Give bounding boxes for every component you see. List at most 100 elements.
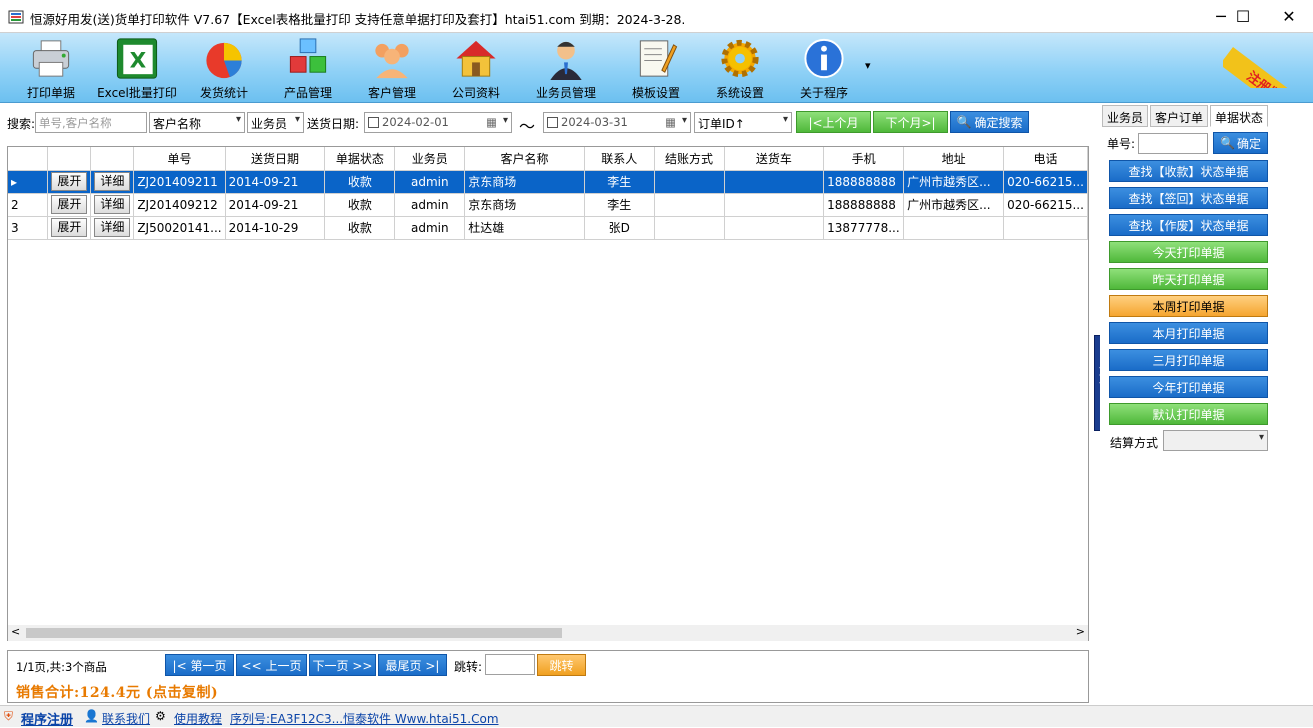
column-header[interactable]: 业务员 (394, 147, 466, 171)
date-cell[interactable]: 2014-09-21 (225, 170, 326, 194)
date-to-checkbox[interactable] (547, 117, 558, 128)
column-header[interactable]: 单号 (133, 147, 226, 171)
column-header[interactable]: 电话 (1003, 147, 1088, 171)
jump-button[interactable]: 跳转 (537, 654, 586, 676)
website-link[interactable]: 恒泰软件 Www.htai51.Com (343, 710, 499, 727)
scroll-left-icon[interactable]: < (11, 625, 20, 638)
toolbar-company-button[interactable]: 公司资料 (434, 35, 518, 101)
tab-customer-order[interactable]: 客户订单 (1150, 105, 1209, 127)
status-cell[interactable]: 收款 (324, 170, 396, 194)
customer-cell[interactable]: 京东商场 (464, 193, 585, 217)
toolbar-print-button[interactable]: 打印单据 (9, 35, 93, 101)
expand-button[interactable]: 展开 (51, 195, 88, 214)
date-cell[interactable]: 2014-09-21 (225, 193, 326, 217)
order-no-cell[interactable]: ZJ201409212 (133, 193, 226, 217)
column-header[interactable]: 单据状态 (324, 147, 396, 171)
car-cell[interactable] (724, 216, 825, 240)
serial-link[interactable]: 序列号:EA3F12C3... (230, 710, 343, 727)
column-header[interactable] (47, 147, 92, 171)
order-select[interactable]: 订单ID↑ ▾ (694, 112, 792, 133)
search-input[interactable]: 单号,客户名称 (35, 112, 147, 133)
toolbar-stats-button[interactable]: 发货统计 (182, 35, 266, 101)
prev-month-button[interactable]: |<上个月 (796, 111, 871, 133)
tab-salesman[interactable]: 业务员 (1102, 105, 1149, 127)
order-confirm-button[interactable]: 🔍 确定 (1213, 132, 1268, 154)
date-from-checkbox[interactable] (368, 117, 379, 128)
expand-button[interactable]: 展开 (51, 172, 88, 191)
last-page-button[interactable]: 最尾页 >| (378, 654, 447, 676)
column-header[interactable]: 结账方式 (654, 147, 725, 171)
tel-cell[interactable] (1003, 216, 1088, 240)
three-month-print-button[interactable]: 三月打印单据 (1109, 349, 1268, 371)
salesman-cell[interactable]: admin (394, 193, 466, 217)
mobile-cell[interactable]: 13877778... (823, 216, 905, 240)
tab-doc-status[interactable]: 单据状态 (1210, 105, 1269, 127)
register-banner[interactable]: 注册版本 (1223, 33, 1313, 88)
column-header[interactable] (90, 147, 135, 171)
salesman-cell[interactable]: admin (394, 216, 466, 240)
register-link[interactable]: 程序注册 (21, 709, 73, 728)
contact-cell[interactable]: 张D (584, 216, 655, 240)
yesterday-print-button[interactable]: 昨天打印单据 (1109, 268, 1268, 290)
expand-button[interactable]: 展开 (51, 218, 88, 237)
maximize-button[interactable]: ☐ (1220, 0, 1266, 33)
salesman-cell[interactable]: admin (394, 170, 466, 194)
toolbar-salesman-button[interactable]: 业务员管理 (524, 35, 608, 101)
find-voided-button[interactable]: 查找【作废】状态单据 (1109, 214, 1268, 236)
table-row[interactable]: 3 展开 详细 ZJ50020141... 2014-10-29 收款 admi… (8, 216, 1088, 240)
customer-cell[interactable]: 杜达雄 (464, 216, 585, 240)
column-header[interactable]: 客户名称 (464, 147, 585, 171)
confirm-search-button[interactable]: 🔍 确定搜索 (950, 111, 1029, 133)
contact-cell[interactable]: 李生 (584, 193, 655, 217)
next-page-button[interactable]: 下一页 >> (309, 654, 376, 676)
table-row[interactable]: ▸ 展开 详细 ZJ201409211 2014-09-21 收款 admin … (8, 170, 1088, 194)
first-page-button[interactable]: |< 第一页 (165, 654, 234, 676)
find-signed-button[interactable]: 查找【签回】状态单据 (1109, 187, 1268, 209)
status-cell[interactable]: 收款 (324, 193, 396, 217)
default-print-button[interactable]: 默认打印单据 (1109, 403, 1268, 425)
toolbar-settings-button[interactable]: 系统设置 (698, 35, 782, 101)
year-print-button[interactable]: 今年打印单据 (1109, 376, 1268, 398)
scroll-right-icon[interactable]: > (1076, 625, 1085, 638)
address-cell[interactable] (903, 216, 1005, 240)
find-paid-button[interactable]: 查找【收款】状态单据 (1109, 160, 1268, 182)
jump-page-input[interactable] (485, 654, 535, 675)
tel-cell[interactable]: 020-66215... (1003, 193, 1088, 217)
close-button[interactable]: ✕ (1266, 0, 1312, 33)
today-print-button[interactable]: 今天打印单据 (1109, 241, 1268, 263)
column-header[interactable]: 地址 (903, 147, 1005, 171)
date-from-picker[interactable]: 2024-02-01 ▦ ▾ (364, 112, 512, 133)
month-print-button[interactable]: 本月打印单据 (1109, 322, 1268, 344)
status-cell[interactable]: 收款 (324, 216, 396, 240)
column-header[interactable]: 联系人 (584, 147, 655, 171)
column-header[interactable]: 送货车 (724, 147, 825, 171)
order-no-cell[interactable]: ZJ201409211 (133, 170, 226, 194)
toolbar-customer-button[interactable]: 客户管理 (350, 35, 434, 101)
toolbar-product-button[interactable]: 产品管理 (266, 35, 350, 101)
week-print-button[interactable]: 本周打印单据 (1109, 295, 1268, 317)
contact-cell[interactable]: 李生 (584, 170, 655, 194)
date-to-picker[interactable]: 2024-03-31 ▦ ▾ (543, 112, 691, 133)
salesman-select[interactable]: 业务员 ▾ (247, 112, 304, 133)
date-cell[interactable]: 2014-10-29 (225, 216, 326, 240)
pay-cell[interactable] (654, 193, 725, 217)
address-cell[interactable]: 广州市越秀区... (903, 170, 1005, 194)
pay-cell[interactable] (654, 170, 725, 194)
tutorial-link[interactable]: 使用教程 (174, 710, 222, 727)
pay-cell[interactable] (654, 216, 725, 240)
contact-link[interactable]: 联系我们 (102, 710, 150, 727)
sales-total-link[interactable]: 销售合计:124.4元 (点击复制) (16, 682, 218, 702)
toolbar-about-button[interactable]: 关于程序 (782, 35, 866, 101)
field-select[interactable]: 客户名称 ▾ (149, 112, 245, 133)
toolbar-more-dropdown[interactable]: ▾ (865, 59, 871, 72)
scrollbar-thumb[interactable] (26, 628, 562, 638)
customer-cell[interactable]: 京东商场 (464, 170, 585, 194)
mobile-cell[interactable]: 188888888 (823, 193, 905, 217)
horizontal-scrollbar[interactable]: < > (8, 625, 1088, 641)
column-header[interactable]: 手机 (823, 147, 905, 171)
column-header[interactable]: 送货日期 (225, 147, 326, 171)
column-header[interactable] (8, 147, 49, 171)
settle-select[interactable]: ▾ (1163, 430, 1268, 451)
detail-button[interactable]: 详细 (94, 172, 131, 191)
car-cell[interactable] (724, 193, 825, 217)
